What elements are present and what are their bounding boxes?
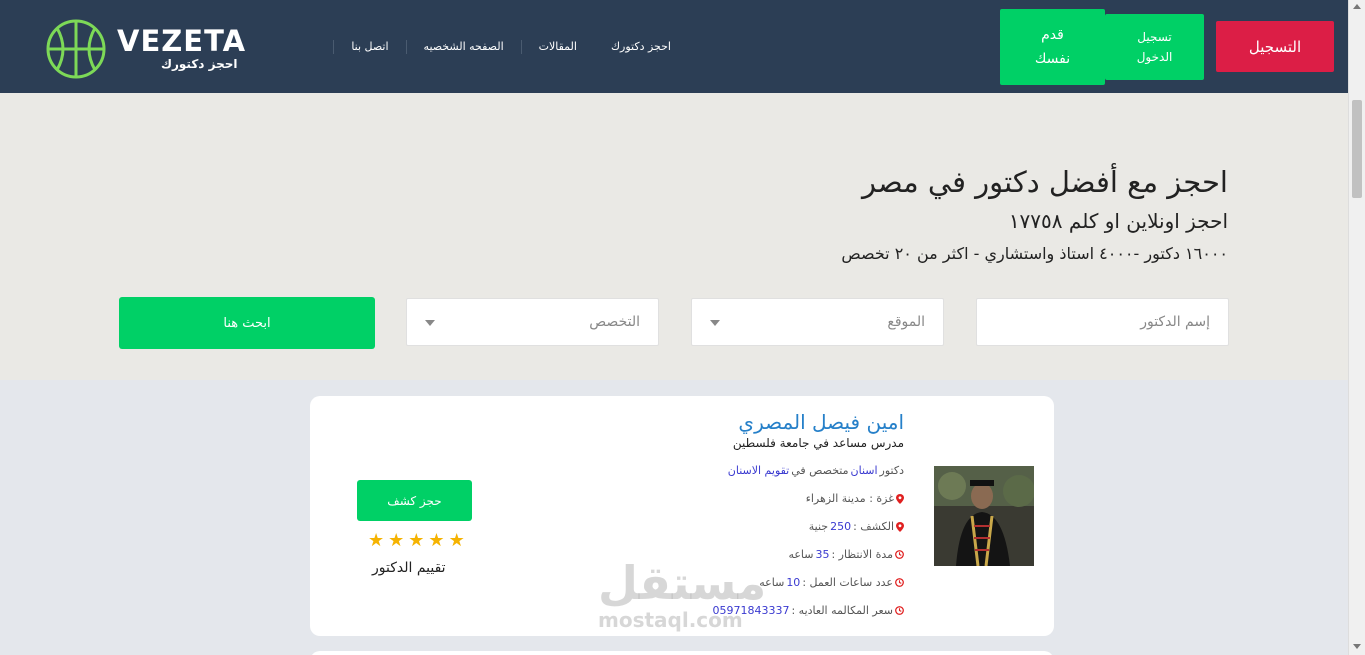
site-header: VEZETA احجز دكتورك اتصل بنا الصفحه الشخص…: [0, 0, 1348, 93]
clock-icon: [895, 606, 904, 615]
logo[interactable]: VEZETA احجز دكتورك: [45, 18, 245, 82]
watermark-arabic: مستقل: [598, 556, 767, 610]
book-appointment-button[interactable]: حجز كشف: [357, 480, 472, 521]
doctor-title: مدرس مساعد في جامعة فلسطين: [732, 436, 904, 450]
location-select[interactable]: الموقع: [691, 298, 944, 346]
location-select-label: الموقع: [887, 314, 925, 330]
doctor-location: غزة : مدينة الزهراء: [806, 492, 904, 505]
star-icon[interactable]: ★: [408, 532, 424, 550]
doctor-name-placeholder: إسم الدكتور: [1140, 314, 1210, 330]
specialty-link[interactable]: اسنان: [851, 464, 878, 477]
doctor-name[interactable]: امين فيصل المصري: [738, 410, 904, 434]
map-pin-icon: [896, 521, 904, 532]
star-icon[interactable]: ★: [388, 532, 404, 550]
brand-name: VEZETA: [117, 24, 247, 58]
clock-icon: [895, 550, 904, 559]
main-nav: اتصل بنا الصفحه الشخصيه المقالات احجز دك…: [333, 40, 688, 54]
login-button[interactable]: تسجيل الدخول: [1105, 14, 1204, 80]
map-pin-icon: [896, 493, 904, 504]
subspecialty-link[interactable]: تقويم الاسنان: [728, 464, 789, 477]
star-icon[interactable]: ★: [428, 532, 444, 550]
hero-stats: ١٦٠٠٠ دكتور -٤٠٠٠ استاذ واستشاري - اكثر …: [841, 244, 1228, 263]
doctor-work-hours: عدد ساعات العمل : 10 ساعه: [759, 576, 904, 589]
brand-tagline: احجز دكتورك: [161, 57, 238, 71]
doctor-name-input[interactable]: إسم الدكتور: [976, 298, 1229, 346]
nav-profile[interactable]: الصفحه الشخصيه: [405, 40, 521, 54]
scroll-up-icon[interactable]: [1353, 4, 1361, 9]
chevron-down-icon: [710, 320, 720, 326]
hero-title: احجز مع أفضل دكتور في مصر: [862, 165, 1228, 199]
specialty-select[interactable]: التخصص: [406, 298, 659, 346]
hero-section: احجز مع أفضل دكتور في مصر احجز اونلاين ا…: [0, 93, 1348, 380]
register-button[interactable]: التسجيل: [1216, 21, 1334, 72]
doctor-fee: الكشف : 250 جنية: [809, 520, 904, 533]
doctor-photo: [934, 466, 1034, 566]
nav-contact[interactable]: اتصل بنا: [333, 40, 405, 54]
rating-stars[interactable]: ★ ★ ★ ★ ★: [368, 532, 465, 550]
search-button[interactable]: ابحث هنا: [119, 297, 375, 349]
next-doctor-card: [310, 651, 1054, 655]
doctor-wait-time: مدة الانتظار : 35 ساعه: [788, 548, 904, 561]
hero-subtitle: احجز اونلاين او كلم ١٧٧٥٨: [1008, 209, 1228, 233]
scroll-thumb[interactable]: [1352, 100, 1362, 198]
basketball-icon: [46, 19, 106, 79]
nav-articles[interactable]: المقالات: [520, 40, 594, 54]
watermark-url: mostaql.com: [598, 608, 743, 632]
star-icon[interactable]: ★: [449, 532, 465, 550]
clock-icon: [895, 578, 904, 587]
chevron-down-icon: [425, 320, 435, 326]
doctor-specialty: دكتور اسنان متخصص في تقويم الاسنان: [727, 464, 904, 477]
rating-label: تقييم الدكتور: [372, 560, 446, 576]
apply-button[interactable]: قدم نفسك: [1000, 9, 1105, 85]
scroll-down-icon[interactable]: [1353, 644, 1361, 649]
page-scrollbar[interactable]: [1348, 0, 1365, 655]
nav-book-doctor[interactable]: احجز دكتورك: [594, 40, 688, 54]
star-icon[interactable]: ★: [368, 532, 384, 550]
watermark: مستقل mostaql.com: [598, 560, 766, 630]
specialty-select-label: التخصص: [589, 314, 640, 330]
